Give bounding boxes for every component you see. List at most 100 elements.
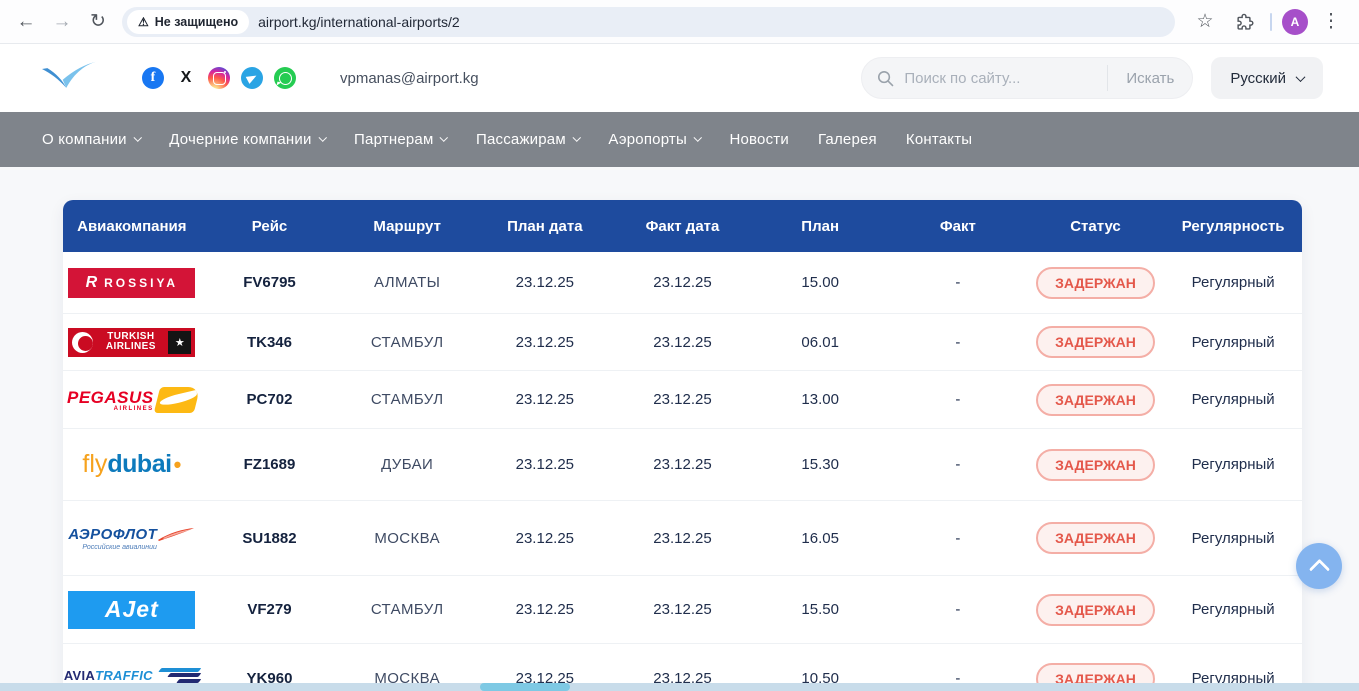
fact-time: - [889,456,1027,473]
turkish-airlines-logo: TURKISHAIRLINES★ [68,328,195,357]
route: МОСКВА [338,530,476,547]
fact-date: 23.12.25 [614,456,752,473]
flight-number: PC702 [201,391,339,408]
chevron-down-icon [573,133,581,141]
fact-date: 23.12.25 [614,391,752,408]
nav-item-4[interactable]: Пассажирам [476,131,579,148]
route: СТАМБУЛ [338,334,476,351]
traffic-part: TRAFFIC [95,668,153,683]
rossiya-logo: RROSSIYA [68,268,195,298]
nav-item-label: Галерея [818,131,877,148]
nav-item-label: Пассажирам [476,131,566,148]
reload-icon[interactable]: ↻ [80,6,116,38]
nav-item-8[interactable]: Контакты [906,131,972,148]
route: АЛМАТЫ [338,274,476,291]
nav-item-5[interactable]: Аэропорты [608,131,700,148]
contact-email-link[interactable]: vpmanas@airport.kg [340,70,479,87]
search-input[interactable] [904,70,1107,87]
plan-date: 23.12.25 [476,456,614,473]
browser-menu-icon[interactable]: ⋮ [1315,6,1347,38]
nav-item-7[interactable]: Галерея [818,131,877,148]
nav-item-1[interactable]: О компании [42,131,140,148]
nav-item-label: Партнерам [354,131,433,148]
turkish-text: TURKISHAIRLINES [98,332,163,352]
rossiya-text: ROSSIYA [104,276,178,290]
airline-logo-cell: TURKISHAIRLINES★ [63,328,201,357]
plan-date: 23.12.25 [476,391,614,408]
aeroflot-subtext: Российские авиалинии [82,544,157,551]
pegasus-name: PEGASUS [67,388,154,408]
nav-item-3[interactable]: Партнерам [354,131,447,148]
fact-date: 23.12.25 [614,530,752,547]
plan-date: 23.12.25 [476,274,614,291]
language-label: Русский [1230,70,1286,87]
x-icon[interactable]: X [175,67,197,89]
pegasus-logo: PEGASUSAIRLINES [67,387,197,413]
site-header: f X vpmanas@airport.kg Искать Русский [0,44,1359,112]
nav-item-label: Новости [729,131,788,148]
regularity: Регулярный [1164,601,1302,618]
fact-date: 23.12.25 [614,274,752,291]
language-selector[interactable]: Русский [1211,57,1323,99]
search-button[interactable]: Искать [1108,70,1192,87]
profile-avatar[interactable]: A [1282,9,1308,35]
status-badge: ЗАДЕРЖАН [1036,267,1155,299]
status-cell: ЗАДЕРЖАН [1027,326,1165,358]
table-row: AJetVF279СТАМБУЛ23.12.2523.12.2515.50-ЗА… [63,575,1302,643]
back-icon[interactable]: ← [8,6,44,38]
chevron-down-icon [318,133,326,141]
flydubai-logo: flydubai• [82,450,181,479]
fact-time: - [889,601,1027,618]
aeroflot-top: АЭРОФЛОТ [68,526,195,543]
column-header: Маршрут [338,218,476,235]
wing-stripes-icon [160,668,200,683]
whatsapp-icon[interactable] [274,67,296,89]
plan-date: 23.12.25 [476,530,614,547]
fact-time: - [889,391,1027,408]
page-content: АвиакомпанияРейсМаршрутПлан датаФакт дат… [0,167,1359,691]
horizontal-scrollbar-thumb[interactable] [480,683,570,691]
facebook-icon[interactable]: f [142,67,164,89]
airport-logo[interactable] [38,60,100,96]
fact-date: 23.12.25 [614,601,752,618]
nav-item-2[interactable]: Дочерние компании [169,131,325,148]
nav-item-6[interactable]: Новости [729,131,788,148]
chevron-down-icon [440,133,448,141]
extensions-icon[interactable] [1228,6,1260,38]
airline-logo-cell: PEGASUSAIRLINES [63,387,201,413]
scroll-to-top-button[interactable] [1296,543,1342,589]
nav-item-label: О компании [42,131,127,148]
bookmark-star-icon[interactable]: ☆ [1189,6,1221,38]
aeroflot-logo: АЭРОФЛОТРоссийские авиалинии [68,526,195,551]
nav-item-label: Аэропорты [608,131,687,148]
regularity: Регулярный [1164,456,1302,473]
regularity: Регулярный [1164,274,1302,291]
instagram-icon[interactable] [208,67,230,89]
plan-date: 23.12.25 [476,334,614,351]
status-badge: ЗАДЕРЖАН [1036,384,1155,416]
header-right: Искать Русский [861,57,1323,99]
flight-table: АвиакомпанияРейсМаршрутПлан датаФакт дат… [63,200,1302,691]
plan-time: 13.00 [751,391,889,408]
chevron-down-icon [134,133,142,141]
column-header: Регулярность [1164,218,1302,235]
status-cell: ЗАДЕРЖАН [1027,384,1165,416]
telegram-icon[interactable] [241,67,263,89]
status-cell: ЗАДЕРЖАН [1027,522,1165,554]
horizontal-scrollbar-track[interactable] [0,683,1359,691]
security-label: Не защищено [155,15,238,29]
column-header: Авиакомпания [63,218,201,235]
plan-time: 06.01 [751,334,889,351]
chevron-down-icon [1296,72,1306,82]
plan-time: 15.00 [751,274,889,291]
security-chip[interactable]: ⚠ Не защищено [127,10,249,34]
address-bar[interactable]: ⚠ Не защищено airport.kg/international-a… [122,7,1175,37]
flight-number: SU1882 [201,530,339,547]
route: СТАМБУЛ [338,601,476,618]
toolbar-divider [1270,13,1272,31]
aeroflot-flag-swoosh-icon [157,527,195,542]
regularity: Регулярный [1164,391,1302,408]
avia-traffic-text: AVIATRAFFIC [64,668,200,683]
status-cell: ЗАДЕРЖАН [1027,594,1165,626]
forward-icon[interactable]: → [44,6,80,38]
